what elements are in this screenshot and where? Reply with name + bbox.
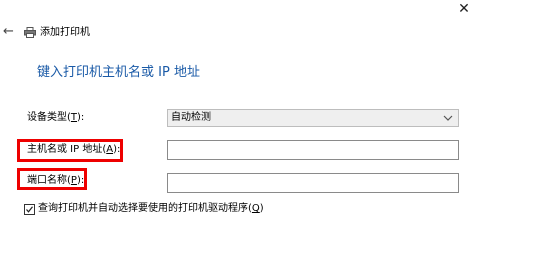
device-type-value: 自动检测 <box>171 112 211 123</box>
close-icon[interactable]: ✕ <box>454 0 474 18</box>
port-name-label: 端口名称(P): <box>27 175 85 186</box>
query-driver-label[interactable]: 查询打印机并自动选择要使用的打印机驱动程序(Q) <box>38 202 264 216</box>
device-type-label: 设备类型(T): <box>27 112 85 123</box>
printer-icon <box>24 27 36 38</box>
page-heading: 键入打印机主机名或 IP 地址 <box>37 65 200 80</box>
back-arrow-icon[interactable]: ← <box>3 25 17 39</box>
chevron-down-icon <box>443 115 453 121</box>
window-title: 添加打印机 <box>40 27 90 38</box>
query-driver-checkbox[interactable] <box>24 204 35 215</box>
device-type-select[interactable]: 自动检测 <box>167 109 459 127</box>
port-name-input[interactable] <box>167 173 459 193</box>
hostname-input[interactable] <box>167 140 459 160</box>
checkmark-icon <box>26 206 33 213</box>
hostname-label: 主机名或 IP 地址(A): <box>27 144 121 155</box>
